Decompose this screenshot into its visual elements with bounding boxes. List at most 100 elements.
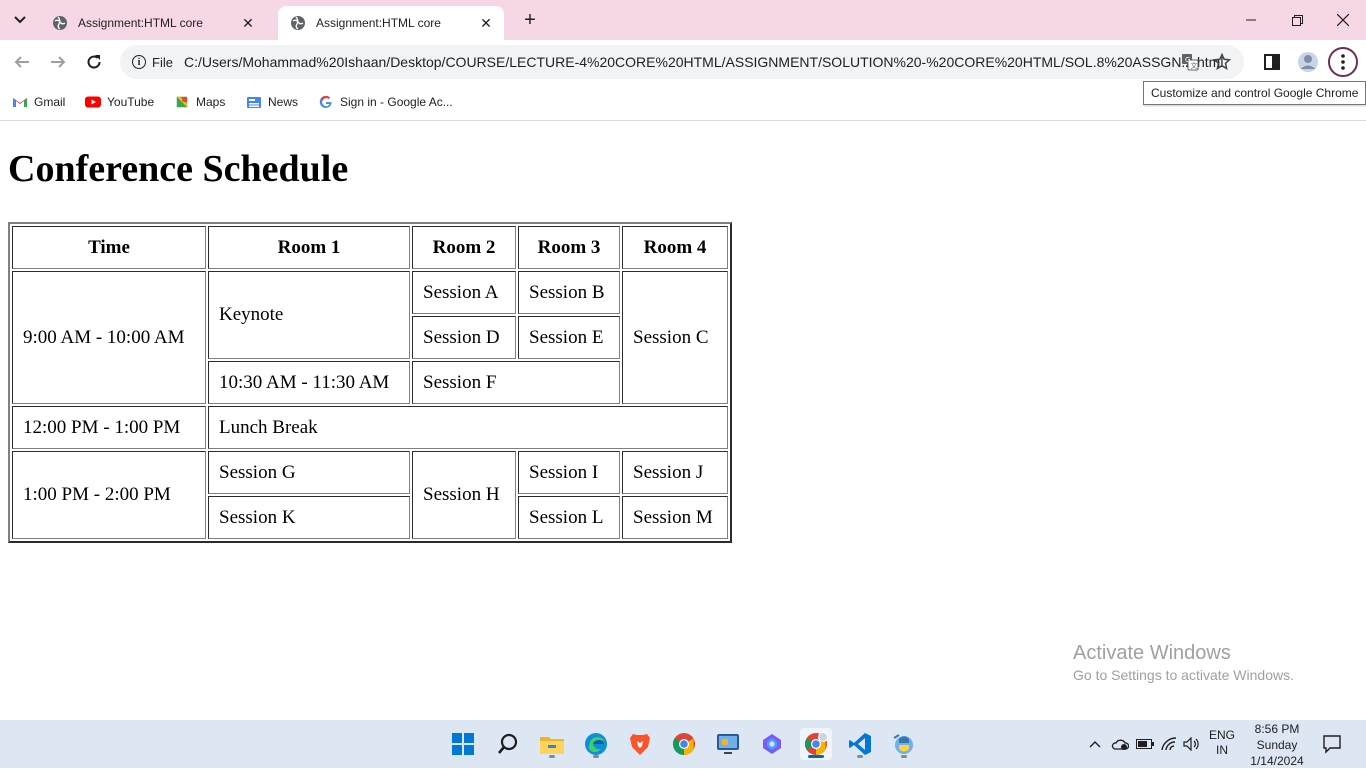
battery-icon[interactable] xyxy=(1135,734,1155,754)
page-title: Conference Schedule xyxy=(8,148,349,190)
close-tab-icon[interactable]: ✕ xyxy=(238,13,258,33)
session-cell: Session J xyxy=(622,451,728,494)
forward-button[interactable] xyxy=(44,48,72,76)
restore-icon xyxy=(1291,14,1303,26)
gmail-icon xyxy=(13,98,27,107)
globe-icon xyxy=(291,16,305,30)
more-vertical-icon xyxy=(1341,54,1345,70)
schedule-table: Time Room 1 Room 2 Room 3 Room 4 9:00 AM… xyxy=(8,222,732,543)
running-indicator xyxy=(593,755,599,758)
bookmark-star-icon[interactable] xyxy=(1212,52,1232,72)
table-header-row: Time Room 1 Room 2 Room 3 Room 4 xyxy=(12,226,728,269)
language-code: ENG xyxy=(1208,728,1235,742)
clock-date: 1/14/2024 xyxy=(1250,754,1304,768)
close-tab-icon[interactable]: ✕ xyxy=(476,13,496,33)
bookmark-gmail[interactable]: Gmail xyxy=(12,92,65,112)
taskbar-file-explorer[interactable] xyxy=(536,728,568,760)
bookmark-maps[interactable]: Maps xyxy=(174,92,225,112)
python-icon xyxy=(893,734,913,754)
close-icon xyxy=(1337,14,1349,26)
restore-button[interactable] xyxy=(1274,0,1320,40)
tab-1[interactable]: Assignment:HTML core ✕ xyxy=(40,6,266,40)
bookmark-youtube[interactable]: YouTube xyxy=(85,92,154,112)
chevron-up-icon xyxy=(1089,741,1101,748)
region-code: IN xyxy=(1216,743,1228,757)
back-button[interactable] xyxy=(8,48,36,76)
close-window-button[interactable] xyxy=(1320,0,1366,40)
running-indicator xyxy=(808,755,824,758)
chrome-menu-button[interactable] xyxy=(1328,47,1358,77)
volume-icon[interactable] xyxy=(1182,734,1202,754)
session-cell: Session M xyxy=(622,496,728,539)
bookmark-label: YouTube xyxy=(107,95,155,109)
running-indicator xyxy=(901,755,907,758)
browser-toolbar: i File C:/Users/Mohammad%20Ishaan/Deskto… xyxy=(0,40,1366,84)
onedrive-sync-icon[interactable] xyxy=(1110,734,1130,754)
session-cell: Session C xyxy=(622,271,728,404)
svg-text:文: 文 xyxy=(1191,61,1198,70)
session-cell: Session E xyxy=(518,316,620,359)
minimize-icon xyxy=(1246,19,1256,21)
scheme-label: File xyxy=(152,54,173,70)
bookmark-label: News xyxy=(268,95,299,109)
session-cell: Session B xyxy=(518,271,620,314)
notification-center-button[interactable] xyxy=(1322,734,1344,754)
tab-title: Assignment:HTML core xyxy=(78,16,203,30)
start-button[interactable] xyxy=(447,728,479,760)
tab-title: Assignment:HTML core xyxy=(316,16,441,30)
arrow-right-icon xyxy=(51,56,66,68)
start-icon xyxy=(452,733,474,755)
tab-2-active[interactable]: Assignment:HTML core ✕ xyxy=(278,6,504,40)
minimize-button[interactable] xyxy=(1228,0,1274,40)
wifi-icon[interactable] xyxy=(1158,734,1180,754)
taskbar-vscode[interactable] xyxy=(844,728,876,760)
session-cell: Session D xyxy=(412,316,516,359)
maps-icon xyxy=(176,96,188,108)
site-info-chip[interactable]: i File xyxy=(126,50,181,74)
clock-time: 8:56 PM xyxy=(1254,722,1300,736)
reload-icon xyxy=(87,55,101,69)
session-cell: Session A xyxy=(412,271,516,314)
taskbar-copilot[interactable] xyxy=(756,728,788,760)
header-room-2: Room 2 xyxy=(412,226,516,269)
address-bar[interactable]: i File C:/Users/Mohammad%20Ishaan/Deskto… xyxy=(120,45,1244,79)
tab-search-button[interactable] xyxy=(6,6,34,34)
chevron-down-icon xyxy=(14,16,26,24)
url-text[interactable]: C:/Users/Mohammad%20Ishaan/Desktop/COURS… xyxy=(184,54,1223,70)
taskbar-remote-desktop[interactable] xyxy=(712,728,744,760)
time-cell: 10:30 AM - 11:30 AM xyxy=(208,361,410,404)
arrow-left-icon xyxy=(14,56,29,68)
reload-button[interactable] xyxy=(80,48,108,76)
taskbar-chrome-profile[interactable] xyxy=(800,728,832,760)
show-hidden-icons-button[interactable] xyxy=(1087,734,1103,754)
time-cell: 1:00 PM - 2:00 PM xyxy=(12,451,206,539)
taskbar-brave[interactable] xyxy=(624,728,656,760)
side-panel-icon[interactable] xyxy=(1260,50,1284,74)
bookmark-news[interactable]: News xyxy=(246,92,298,112)
taskbar-edge[interactable] xyxy=(580,728,612,760)
bookmark-label: Gmail xyxy=(34,95,66,109)
taskbar-python[interactable] xyxy=(888,728,920,760)
table-row: 1:00 PM - 2:00 PM Session G Session H Se… xyxy=(12,451,728,539)
taskbar-chrome[interactable] xyxy=(668,728,700,760)
language-indicator[interactable]: ENG IN xyxy=(1206,728,1238,758)
bookmark-google-signin[interactable]: Sign in - Google Ac... xyxy=(318,92,453,112)
header-room-3: Room 3 xyxy=(518,226,620,269)
running-indicator xyxy=(549,755,555,758)
header-room-1: Room 1 xyxy=(208,226,410,269)
profile-avatar[interactable] xyxy=(1296,50,1320,74)
session-cell: Session F xyxy=(412,361,620,404)
table-row: 12:00 PM - 1:00 PM Lunch Break xyxy=(12,406,728,449)
system-clock[interactable]: 8:56 PM Sunday 1/14/2024 xyxy=(1242,721,1312,769)
header-room-4: Room 4 xyxy=(622,226,728,269)
session-cell: Keynote xyxy=(208,271,410,359)
bookmark-label: Maps xyxy=(196,95,226,109)
new-tab-button[interactable]: + xyxy=(518,8,542,32)
activate-windows-watermark: Activate Windows Go to Settings to activ… xyxy=(1073,642,1294,683)
table-row: 9:00 AM - 10:00 AM Keynote Session A Ses… xyxy=(12,271,728,404)
translate-icon[interactable]: G文 xyxy=(1180,52,1200,72)
info-icon: i xyxy=(132,55,146,69)
chrome-icon xyxy=(673,733,695,755)
taskbar-search-button[interactable] xyxy=(492,728,524,760)
tab-strip: Assignment:HTML core ✕ Assignment:HTML c… xyxy=(0,0,1366,40)
